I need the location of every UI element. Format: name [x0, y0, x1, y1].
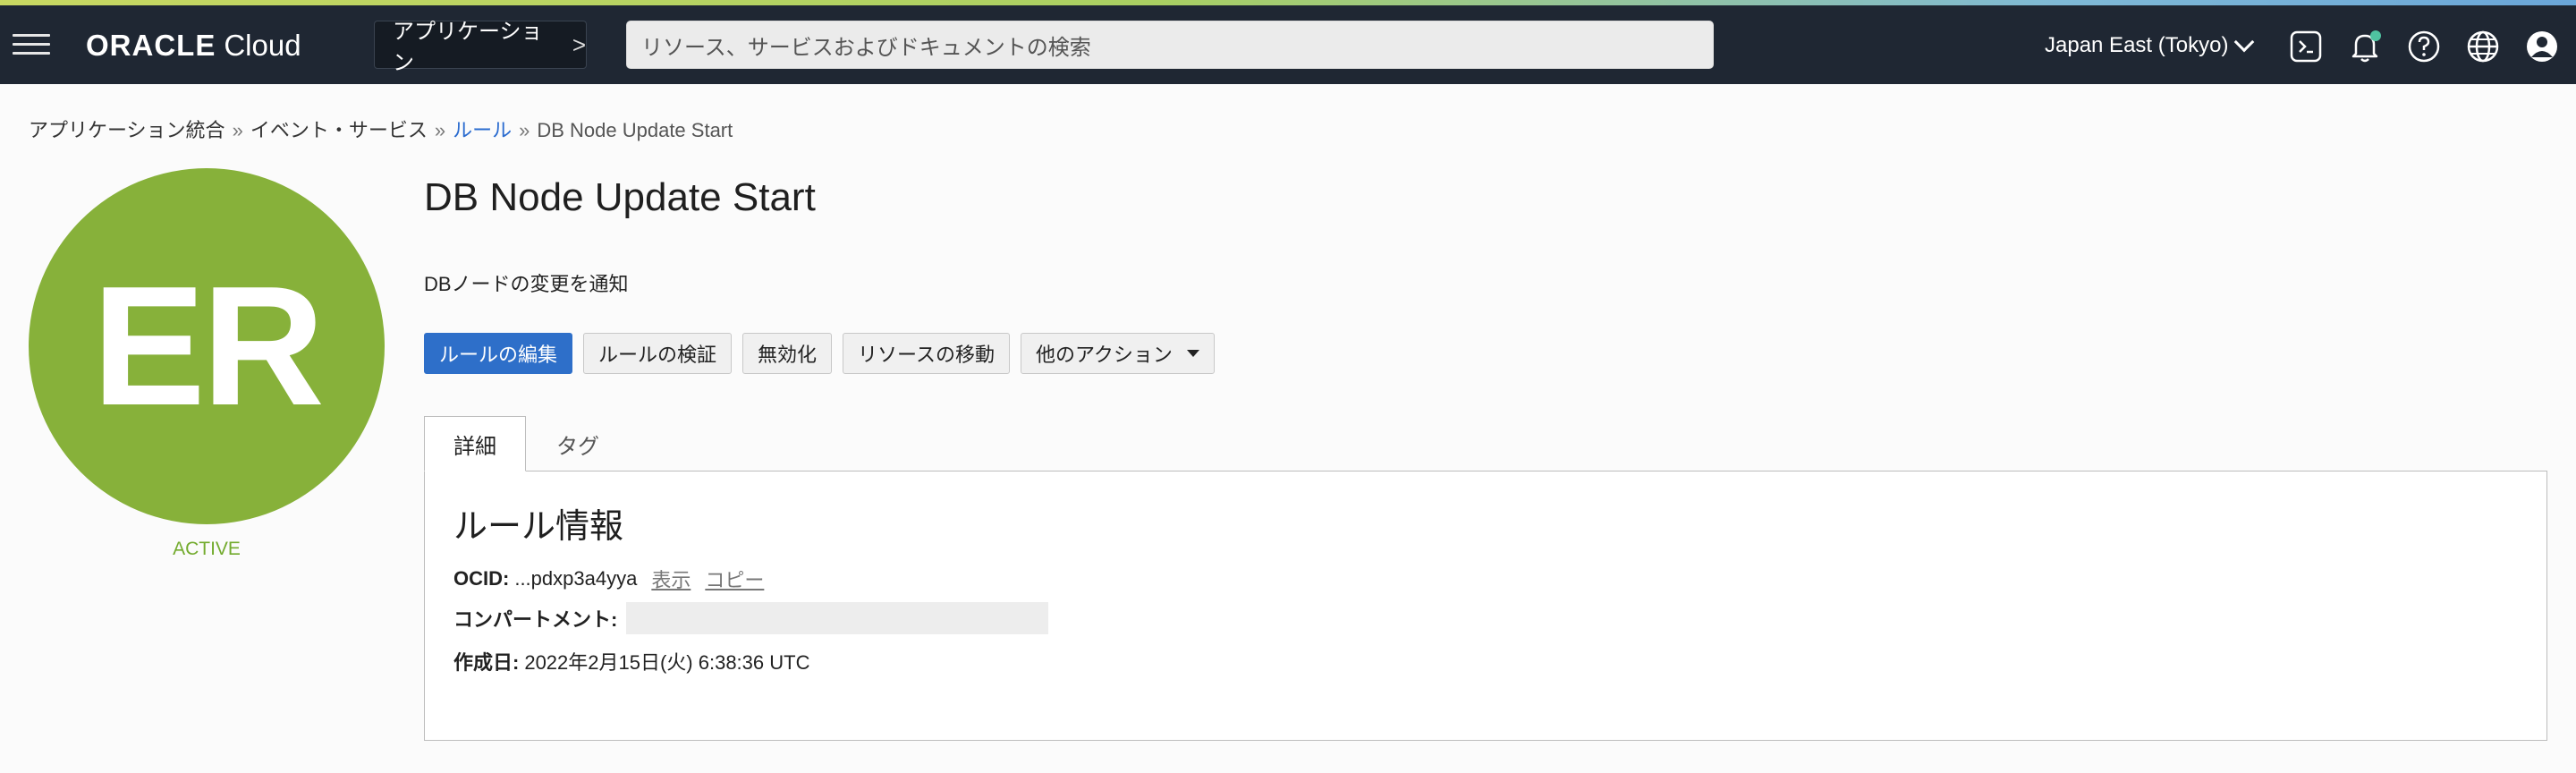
breadcrumb-separator: » [232, 119, 243, 141]
ocid-copy-link[interactable]: コピー [705, 565, 764, 593]
details-panel: ルール情報 OCID: ...pdxp3a4yya 表示 コピー コンパートメン… [424, 471, 2547, 741]
resource-avatar: ER [29, 168, 385, 524]
caret-down-icon [1186, 350, 1199, 357]
cloud-shell-icon[interactable] [2288, 29, 2324, 64]
tab-details[interactable]: 詳細 [424, 416, 526, 471]
ocid-value: ...pdxp3a4yya [514, 567, 638, 590]
rule-info-heading: ルール情報 [453, 508, 624, 546]
breadcrumb-events-service[interactable]: イベント・サービス [250, 119, 428, 141]
compartment-label: コンパートメント: [453, 608, 618, 631]
tab-bar: 詳細 タグ [424, 416, 630, 471]
notification-dot [2370, 30, 2381, 41]
created-label: 作成日: [453, 651, 520, 674]
ocid-show-link[interactable]: 表示 [651, 565, 691, 593]
compartment-row: コンパートメント: [453, 602, 1049, 634]
oracle-cloud-logo[interactable]: ORACLE Cloud [86, 28, 301, 64]
applications-button[interactable]: アプリケーション > [374, 20, 587, 75]
profile-icon[interactable] [2524, 29, 2560, 64]
move-resource-button[interactable]: リソースの移動 [843, 333, 1010, 374]
tab-tags[interactable]: タグ [526, 416, 630, 471]
notification-bell-icon[interactable] [2347, 29, 2383, 64]
action-bar: ルールの編集 ルールの検証 無効化 リソースの移動 他のアクション [424, 333, 1215, 374]
breadcrumb-app-integration[interactable]: アプリケーション統合 [29, 119, 225, 141]
avatar-initials: ER [92, 251, 325, 441]
breadcrumb-separator: » [434, 119, 446, 141]
more-actions-label: 他のアクション [1035, 344, 1173, 366]
logo-brand: ORACLE [86, 29, 216, 62]
breadcrumb: アプリケーション統合 » イベント・サービス » ルール » DB Node Update … [29, 115, 733, 143]
help-icon[interactable] [2406, 29, 2442, 64]
ocid-label: OCID: [453, 567, 510, 590]
region-label: Japan East (Tokyo) [2045, 33, 2229, 57]
more-actions-button[interactable]: 他のアクション [1020, 333, 1215, 374]
status-badge: ACTIVE [173, 539, 241, 559]
ocid-row: OCID: ...pdxp3a4yya 表示 コピー [453, 565, 764, 593]
top-header: ORACLE Cloud アプリケーション > リソース、サービスおよびドキュメ… [0, 5, 2576, 84]
breadcrumb-rules[interactable]: ルール [453, 119, 512, 141]
chevron-down-icon [2234, 31, 2255, 53]
applications-button-label: アプリケーション [393, 20, 543, 75]
search-placeholder: リソース、サービスおよびドキュメントの検索 [641, 35, 1091, 60]
breadcrumb-separator: » [519, 119, 530, 141]
created-value: 2022年2月15日(火) 6:38:36 UTC [524, 651, 810, 674]
breadcrumb-current: DB Node Update Start [537, 119, 733, 141]
resource-description: DBノードの変更を通知 [424, 273, 629, 295]
region-selector[interactable]: Japan East (Tokyo) [2045, 30, 2255, 61]
compartment-value-redacted [626, 602, 1049, 634]
chevron-right-icon: > [572, 30, 586, 58]
page-title: DB Node Update Start [424, 175, 816, 219]
edit-rule-button[interactable]: ルールの編集 [424, 333, 573, 374]
disable-button[interactable]: 無効化 [742, 333, 833, 374]
logo-product: Cloud [224, 29, 301, 62]
menu-icon[interactable] [13, 32, 50, 57]
language-globe-icon[interactable] [2465, 29, 2501, 64]
created-row: 作成日: 2022年2月15日(火) 6:38:36 UTC [453, 647, 809, 675]
validate-rule-button[interactable]: ルールの検証 [583, 333, 733, 374]
search-input[interactable]: リソース、サービスおよびドキュメントの検索 [626, 21, 1714, 69]
